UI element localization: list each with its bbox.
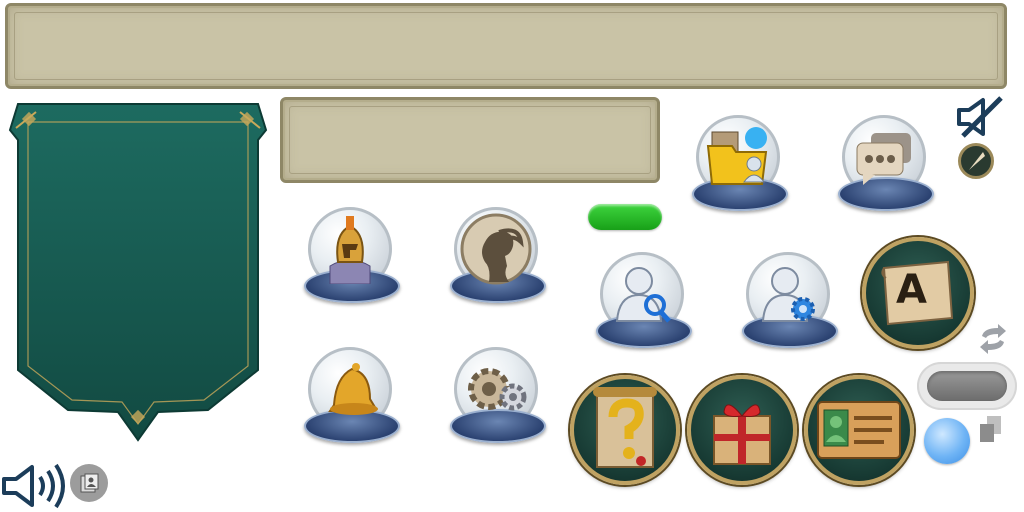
text-scroll-button[interactable]: A <box>862 237 974 349</box>
mute-icon[interactable] <box>955 96 1005 138</box>
gift-icon <box>713 404 771 465</box>
id-card-icon <box>817 401 901 459</box>
user-search-icon <box>600 252 684 336</box>
id-card-button[interactable] <box>804 375 914 485</box>
bell-icon <box>308 347 392 431</box>
chat-icon <box>842 115 926 199</box>
gears-icon <box>454 347 538 431</box>
user-settings-button[interactable] <box>738 250 838 350</box>
sound-icon[interactable] <box>0 463 70 509</box>
quest-help-button[interactable] <box>570 375 680 485</box>
photo-button[interactable] <box>70 464 108 502</box>
profile-head-button[interactable] <box>446 205 546 305</box>
grey-pill-button[interactable] <box>917 362 1017 410</box>
top-banner-panel <box>5 3 1007 89</box>
blue-orb-indicator[interactable] <box>924 418 970 464</box>
settings-gears-button[interactable] <box>446 345 546 445</box>
copy-icon[interactable] <box>978 414 1004 444</box>
helmet-icon <box>308 207 392 291</box>
folder-user-button[interactable] <box>688 113 788 213</box>
top-banner-inner <box>14 12 998 80</box>
quest-scroll-icon <box>593 387 657 468</box>
profile-head-icon <box>454 207 538 291</box>
middle-parchment-inner <box>289 106 651 174</box>
teal-shield-panel <box>8 103 268 442</box>
gift-button[interactable] <box>687 375 797 485</box>
scroll-text-letter: A <box>896 267 927 313</box>
notifications-bell-button[interactable] <box>300 345 400 445</box>
quill-button[interactable] <box>958 143 994 179</box>
search-user-button[interactable] <box>592 250 692 350</box>
folder-user-icon <box>696 115 780 199</box>
grey-pill-inner <box>927 371 1007 401</box>
photo-icon <box>80 473 99 493</box>
hero-helmet-button[interactable] <box>300 205 400 305</box>
user-settings-icon <box>746 252 830 336</box>
middle-parchment-panel <box>280 97 660 183</box>
swap-icon[interactable] <box>976 322 1010 356</box>
chat-button[interactable] <box>834 113 934 213</box>
green-progress-bar <box>588 204 662 230</box>
quill-icon <box>969 152 985 170</box>
